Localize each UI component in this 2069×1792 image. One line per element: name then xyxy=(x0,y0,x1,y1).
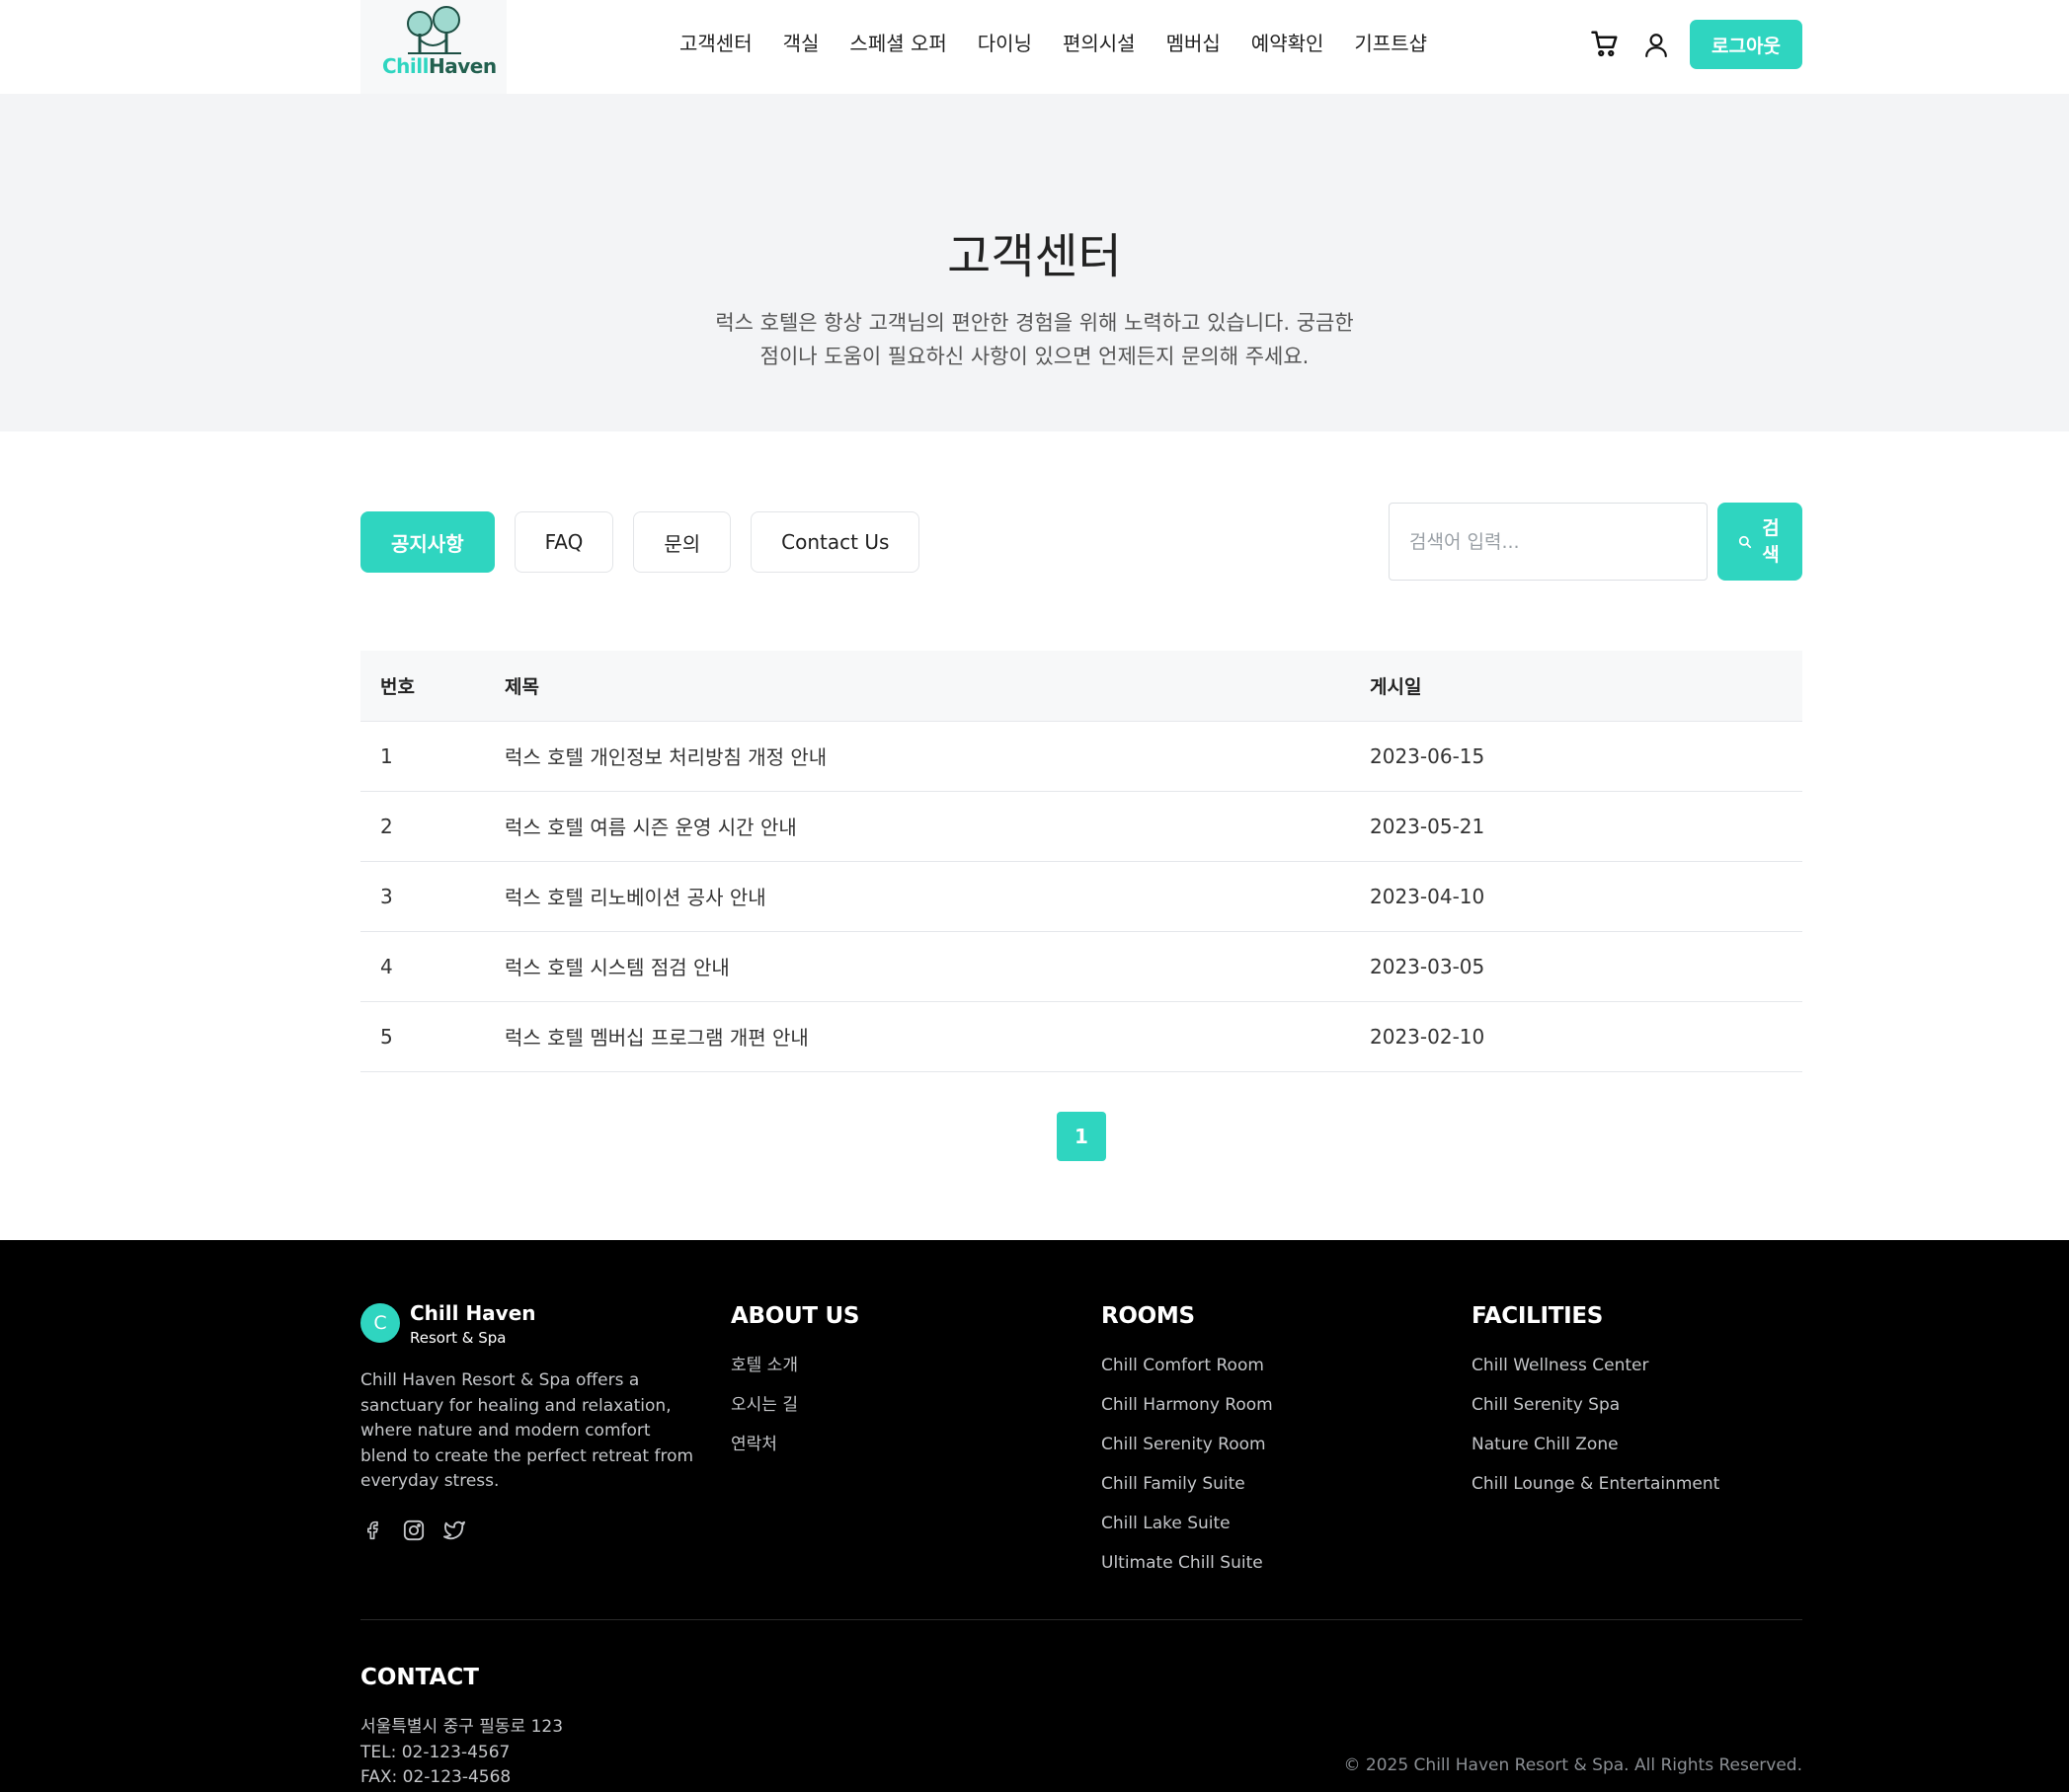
instagram-icon[interactable] xyxy=(403,1519,425,1541)
footer-facilities-column: FACILITIES Chill Wellness Center Chill S… xyxy=(1472,1303,1719,1513)
footer-about-title: ABOUT US xyxy=(731,1303,860,1329)
footer-link-room[interactable]: Chill Serenity Room xyxy=(1101,1434,1273,1455)
brand-logo-circle: C xyxy=(360,1303,400,1343)
page-title: 고객센터 xyxy=(947,229,1122,284)
row-title[interactable]: 럭스 호텔 개인정보 처리방침 개정 안내 xyxy=(505,721,1370,792)
footer-brand-name: Chill Haven xyxy=(410,1301,536,1325)
hero-section: 고객센터 럭스 호텔은 항상 고객님의 편안한 경험을 위해 노력하고 있습니다… xyxy=(0,94,2069,431)
notice-table: 번호 제목 게시일 1 럭스 호텔 개인정보 처리방침 개정 안내 2023-0… xyxy=(360,651,1802,1072)
footer-brand-description: Chill Haven Resort & Spa offers a sanctu… xyxy=(360,1370,694,1491)
table-row[interactable]: 2 럭스 호텔 여름 시즌 운영 시간 안내 2023-05-21 xyxy=(360,791,1802,862)
footer-link-facility[interactable]: Chill Wellness Center xyxy=(1472,1355,1719,1376)
column-header-title: 제목 xyxy=(505,651,1370,722)
footer-address: 서울특별시 중구 필동로 123 xyxy=(360,1717,564,1737)
footer-brand-subtitle: Resort & Spa xyxy=(410,1329,507,1347)
table-row[interactable]: 1 럭스 호텔 개인정보 처리방침 개정 안내 2023-06-15 xyxy=(360,721,1802,792)
tab-contact-us[interactable]: Contact Us xyxy=(751,511,920,573)
footer-link-room[interactable]: Chill Family Suite xyxy=(1101,1473,1273,1495)
main-nav: 고객센터 객실 스페셜 오퍼 다이닝 편의시설 멤버십 예약확인 기프트샵 xyxy=(679,28,1427,56)
row-title[interactable]: 럭스 호텔 여름 시즌 운영 시간 안내 xyxy=(505,791,1370,862)
facebook-icon[interactable] xyxy=(362,1519,382,1541)
search-input[interactable] xyxy=(1389,503,1708,581)
column-header-number: 번호 xyxy=(360,651,505,722)
tab-faq[interactable]: FAQ xyxy=(514,511,614,573)
row-date: 2023-04-10 xyxy=(1370,861,1802,932)
nav-item-rooms[interactable]: 객실 xyxy=(783,28,820,56)
table-row[interactable]: 4 럭스 호텔 시스템 점검 안내 2023-03-05 xyxy=(360,931,1802,1002)
row-number: 5 xyxy=(360,1001,505,1072)
column-header-date: 게시일 xyxy=(1370,651,1802,722)
logout-button[interactable]: 로그아웃 xyxy=(1690,20,1802,69)
footer-link-room[interactable]: Ultimate Chill Suite xyxy=(1101,1552,1273,1574)
footer-contact-info: 서울특별시 중구 필동로 123 TEL: 02-123-4567 FAX: 0… xyxy=(360,1715,563,1791)
row-date: 2023-05-21 xyxy=(1370,791,1802,862)
site-header: ChillHaven 고객센터 객실 스페셜 오퍼 다이닝 편의시설 멤버십 예… xyxy=(0,0,2069,94)
footer-contact-title: CONTACT xyxy=(360,1665,479,1690)
page-description: 럭스 호텔은 항상 고객님의 편안한 경험을 위해 노력하고 있습니다. 궁금한… xyxy=(715,311,1354,368)
pagination-page-button[interactable]: 1 xyxy=(1057,1112,1106,1161)
row-number: 4 xyxy=(360,931,505,1002)
search-icon xyxy=(1738,535,1752,548)
footer-facilities-title: FACILITIES xyxy=(1472,1303,1604,1329)
table-row[interactable]: 3 럭스 호텔 리노베이션 공사 안내 2023-04-10 xyxy=(360,861,1802,932)
row-title[interactable]: 럭스 호텔 리노베이션 공사 안내 xyxy=(505,861,1370,932)
nav-item-facilities[interactable]: 편의시설 xyxy=(1063,28,1136,56)
footer-link-facility[interactable]: Chill Serenity Spa xyxy=(1472,1394,1719,1416)
tab-inquiry[interactable]: 문의 xyxy=(633,511,732,573)
footer-link-room[interactable]: Chill Comfort Room xyxy=(1101,1355,1273,1376)
footer-tel: TEL: 02-123-4567 xyxy=(360,1742,511,1762)
footer-rooms-column: ROOMS Chill Comfort Room Chill Harmony R… xyxy=(1101,1303,1273,1592)
footer-link-hotel-intro[interactable]: 호텔 소개 xyxy=(731,1355,859,1376)
user-icon[interactable] xyxy=(1643,31,1669,58)
table-header-row: 번호 제목 게시일 xyxy=(360,651,1802,722)
tab-notices[interactable]: 공지사항 xyxy=(360,511,495,573)
nav-item-gift-shop[interactable]: 기프트샵 xyxy=(1354,28,1427,56)
nav-item-reservation-check[interactable]: 예약확인 xyxy=(1251,28,1324,56)
table-row[interactable]: 5 럭스 호텔 멤버십 프로그램 개편 안내 2023-02-10 xyxy=(360,1001,1802,1072)
footer-copyright: © 2025 Chill Haven Resort & Spa. All Rig… xyxy=(1343,1755,1802,1775)
support-tabs: 공지사항 FAQ 문의 Contact Us xyxy=(360,511,920,573)
cart-icon[interactable] xyxy=(1590,29,1620,58)
twitter-icon[interactable] xyxy=(443,1519,465,1541)
row-date: 2023-03-05 xyxy=(1370,931,1802,1002)
search-button[interactable]: 검색 xyxy=(1717,503,1802,581)
footer-link-directions[interactable]: 오시는 길 xyxy=(731,1394,859,1416)
logo-text: ChillHaven xyxy=(382,54,497,78)
site-footer: C Chill Haven Resort & Spa Chill Haven R… xyxy=(0,1240,2069,1792)
row-number: 1 xyxy=(360,721,505,792)
logo[interactable]: ChillHaven xyxy=(360,0,507,94)
nav-item-membership[interactable]: 멤버십 xyxy=(1166,28,1221,56)
footer-about-column: ABOUT US 호텔 소개 오시는 길 연락처 xyxy=(731,1303,859,1473)
nav-item-customer-center[interactable]: 고객센터 xyxy=(679,28,753,56)
footer-link-facility[interactable]: Nature Chill Zone xyxy=(1472,1434,1719,1455)
footer-link-room[interactable]: Chill Harmony Room xyxy=(1101,1394,1273,1416)
trees-logo-icon xyxy=(407,6,461,54)
footer-link-facility[interactable]: Chill Lounge & Entertainment xyxy=(1472,1473,1719,1495)
row-title[interactable]: 럭스 호텔 시스템 점검 안내 xyxy=(505,931,1370,1002)
footer-link-room[interactable]: Chill Lake Suite xyxy=(1101,1513,1273,1534)
footer-divider xyxy=(360,1619,1802,1620)
row-date: 2023-02-10 xyxy=(1370,1001,1802,1072)
footer-link-contact[interactable]: 연락처 xyxy=(731,1434,859,1455)
row-title[interactable]: 럭스 호텔 멤버십 프로그램 개편 안내 xyxy=(505,1001,1370,1072)
row-date: 2023-06-15 xyxy=(1370,721,1802,792)
footer-rooms-title: ROOMS xyxy=(1101,1303,1195,1329)
search-button-label: 검색 xyxy=(1762,516,1780,566)
row-number: 3 xyxy=(360,861,505,932)
footer-fax: FAX: 02-123-4568 xyxy=(360,1767,512,1787)
nav-item-special-offer[interactable]: 스페셜 오퍼 xyxy=(849,28,946,56)
nav-item-dining[interactable]: 다이닝 xyxy=(978,28,1032,56)
row-number: 2 xyxy=(360,791,505,862)
